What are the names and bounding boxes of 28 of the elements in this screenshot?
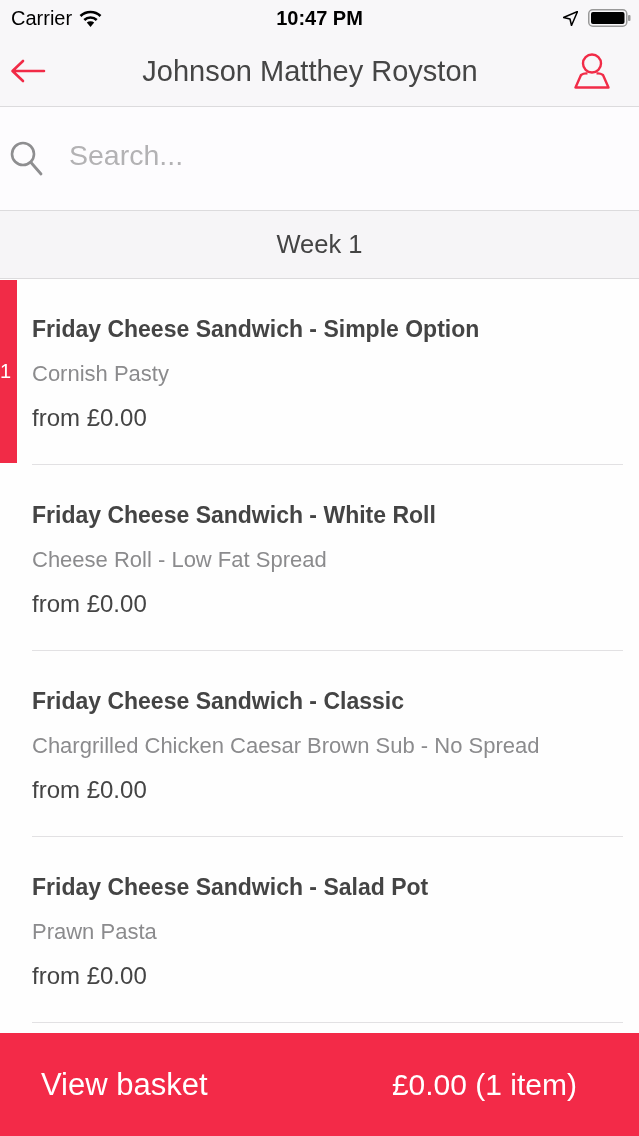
item-description: Prawn Pasta bbox=[32, 919, 157, 945]
item-price: from £0.00 bbox=[32, 590, 147, 618]
basket-quantity-marker: 1 bbox=[0, 280, 17, 463]
item-description: Cornish Pasty bbox=[32, 361, 169, 387]
basket-summary: £0.00 (1 item) bbox=[391, 1067, 577, 1102]
item-price: from £0.00 bbox=[32, 776, 147, 804]
wifi-icon bbox=[79, 9, 103, 27]
item-description: Chargrilled Chicken Caesar Brown Sub - No Spread bbox=[32, 733, 540, 759]
status-time: 10:47 PM bbox=[276, 6, 363, 29]
item-name: Friday Cheese Sandwich - White Roll bbox=[32, 501, 436, 529]
back-button[interactable] bbox=[10, 59, 46, 83]
person-icon bbox=[574, 53, 610, 89]
battery-icon bbox=[588, 9, 631, 27]
search-icon bbox=[10, 141, 43, 176]
view-basket-button[interactable]: View basket £0.00 (1 item) bbox=[0, 1033, 639, 1136]
back-arrow-icon bbox=[10, 59, 46, 83]
nav-title: Johnson Matthey Royston bbox=[142, 54, 478, 88]
location-arrow-icon bbox=[563, 10, 578, 26]
carrier-label: Carrier bbox=[11, 6, 73, 30]
search-field[interactable]: Search... bbox=[69, 107, 639, 210]
item-name: Friday Cheese Sandwich - Classic bbox=[32, 687, 404, 715]
profile-button[interactable] bbox=[574, 53, 610, 89]
section-header: Week 1 bbox=[276, 230, 363, 259]
item-name: Friday Cheese Sandwich - Salad Pot bbox=[32, 873, 429, 901]
item-description: Cheese Roll - Low Fat Spread bbox=[32, 547, 327, 573]
item-price: from £0.00 bbox=[32, 404, 147, 432]
item-name: Friday Cheese Sandwich - Simple Option bbox=[32, 315, 480, 343]
item-price: from £0.00 bbox=[32, 962, 147, 990]
